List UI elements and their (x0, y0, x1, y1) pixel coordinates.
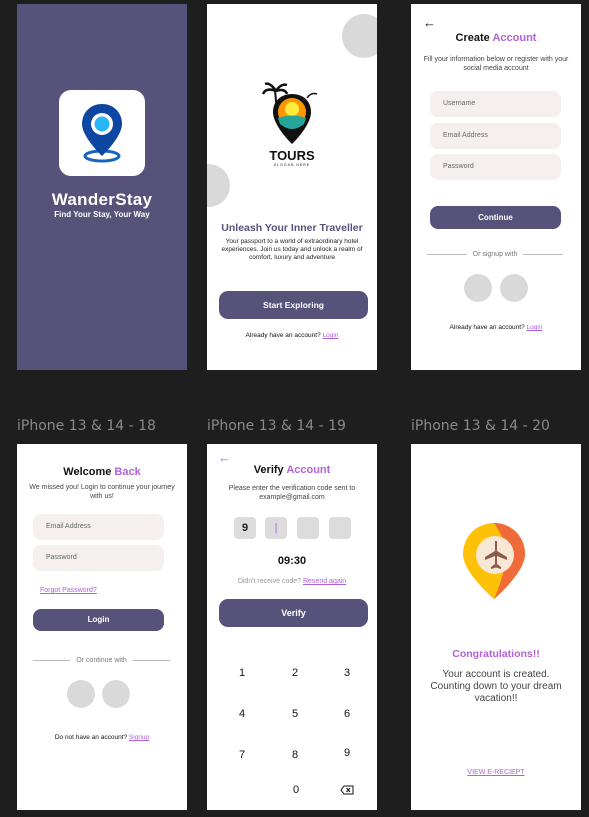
divider-line (523, 254, 563, 255)
app-name: WanderStay (51, 190, 153, 209)
page-description: Fill your information below or register … (423, 56, 569, 72)
keypad-key[interactable]: 7 (227, 745, 257, 765)
keypad-key[interactable]: 8 (280, 745, 310, 765)
social-login-button[interactable] (500, 274, 528, 302)
resend-question: Didn't receive code? (237, 578, 302, 585)
social-login-button[interactable] (102, 680, 130, 708)
divider-line (427, 254, 467, 255)
have-account-text: Already have an account? (449, 324, 525, 331)
frame-label-19: iPhone 13 & 14 - 19 (207, 418, 346, 434)
code-digit-box[interactable]: | (265, 517, 287, 539)
splash-screen: WanderStay Find Your Stay, Your Way (17, 4, 187, 370)
code-digit-box[interactable]: 9 (234, 517, 256, 539)
divider: Or signup with (427, 251, 563, 258)
have-account-text: Already have an account? (245, 332, 321, 339)
keypad-key[interactable]: 0 (281, 780, 311, 800)
verify-button[interactable]: Verify (219, 599, 368, 627)
password-field[interactable]: Password (33, 545, 164, 571)
divider: Or continue with (33, 657, 170, 664)
social-login-button[interactable] (464, 274, 492, 302)
decorative-circle (207, 164, 230, 207)
keypad-key[interactable]: 1 (227, 663, 257, 683)
create-account-screen: ← Create Account Fill your information b… (411, 4, 581, 370)
logo-text: TOURS (269, 148, 315, 163)
title-accent: Account (492, 32, 537, 44)
backspace-icon (340, 785, 354, 795)
keypad-key[interactable]: 5 (280, 704, 310, 724)
code-digit-box[interactable] (297, 517, 319, 539)
keypad-key[interactable]: 3 (332, 663, 362, 683)
start-exploring-button[interactable]: Start Exploring (219, 291, 368, 319)
frame-label-18: iPhone 13 & 14 - 18 (17, 418, 156, 434)
keypad-key[interactable]: 4 (227, 704, 257, 724)
congrats-screen: Congratulations!! Your account is create… (411, 444, 581, 810)
keypad-key[interactable]: 6 (332, 704, 362, 724)
signup-link[interactable]: Signup (129, 734, 149, 741)
login-prompt: Already have an account? Login (207, 332, 377, 339)
title-accent: Back (114, 466, 141, 478)
title-main: Verify (253, 464, 284, 476)
title-main: Welcome (63, 466, 112, 478)
divider-text: Or continue with (76, 657, 127, 664)
page-title: Create Account (411, 32, 581, 44)
title-main: Create (455, 32, 490, 44)
login-link[interactable]: Login (323, 332, 339, 339)
back-arrow-icon[interactable]: ← (423, 16, 436, 29)
countdown-timer: 09:30 (277, 555, 307, 567)
keypad-key[interactable]: 2 (280, 663, 310, 683)
login-link[interactable]: Login (527, 324, 543, 331)
email-field[interactable]: Email Address (33, 514, 164, 540)
divider-line (33, 660, 71, 661)
resend-link[interactable]: Resend again (303, 578, 346, 585)
forgot-password-link[interactable]: Forgot Password? (40, 587, 97, 594)
divider-line (132, 660, 170, 661)
email-field[interactable]: Email Address (430, 123, 561, 149)
congrats-message: Your account is created. Counting down t… (430, 669, 562, 704)
login-prompt: Already have an account? Login (411, 324, 581, 331)
tours-palm-pin-logo (261, 82, 318, 144)
backspace-key[interactable] (332, 780, 362, 800)
tours-logo: TOURS SLOGAN HERE (261, 82, 323, 168)
page-title: Welcome Back (17, 466, 187, 478)
divider-text: Or signup with (472, 251, 518, 258)
login-button[interactable]: Login (33, 609, 164, 631)
app-icon-tile (59, 90, 145, 176)
signup-prompt: Do not have an account? Signup (17, 734, 187, 741)
social-login-button[interactable] (67, 680, 95, 708)
title-accent: Account (286, 464, 331, 476)
onboarding-screen: TOURS SLOGAN HERE Unleash Your Inner Tra… (207, 4, 377, 370)
verify-screen: ← Verify Account Please enter the verifi… (207, 444, 377, 810)
app-tagline: Find Your Stay, Your Way (54, 210, 150, 219)
login-screen: Welcome Back We missed you! Login to con… (17, 444, 187, 810)
no-account-text: Do not have an account? (54, 734, 128, 741)
page-title: Verify Account (207, 464, 377, 476)
page-description: Please enter the verification code sent … (228, 485, 356, 501)
keypad-key[interactable]: 9 (332, 743, 362, 763)
onboarding-description: Your passport to a world of extraordinar… (221, 238, 363, 261)
location-pin-icon (82, 104, 122, 163)
frame-label-20: iPhone 13 & 14 - 20 (411, 418, 550, 434)
resend-prompt: Didn't receive code? Resend again (207, 578, 377, 585)
code-digit-box[interactable] (329, 517, 351, 539)
continue-button[interactable]: Continue (430, 206, 561, 229)
username-field[interactable]: Username (430, 91, 561, 117)
logo-slogan: SLOGAN HERE (273, 163, 311, 167)
text-cursor: | (274, 522, 278, 534)
password-field[interactable]: Password (430, 154, 561, 180)
view-receipt-link[interactable]: VIEW E-RECIEPT (411, 769, 581, 776)
decorative-circle (342, 14, 377, 58)
airplane-pin-icon (463, 523, 525, 599)
congrats-title: Congratulations!! (452, 648, 540, 660)
page-description: We missed you! Login to continue your jo… (29, 484, 175, 500)
back-arrow-icon[interactable]: ← (218, 451, 231, 464)
onboarding-title: Unleash Your Inner Traveller (221, 222, 363, 234)
